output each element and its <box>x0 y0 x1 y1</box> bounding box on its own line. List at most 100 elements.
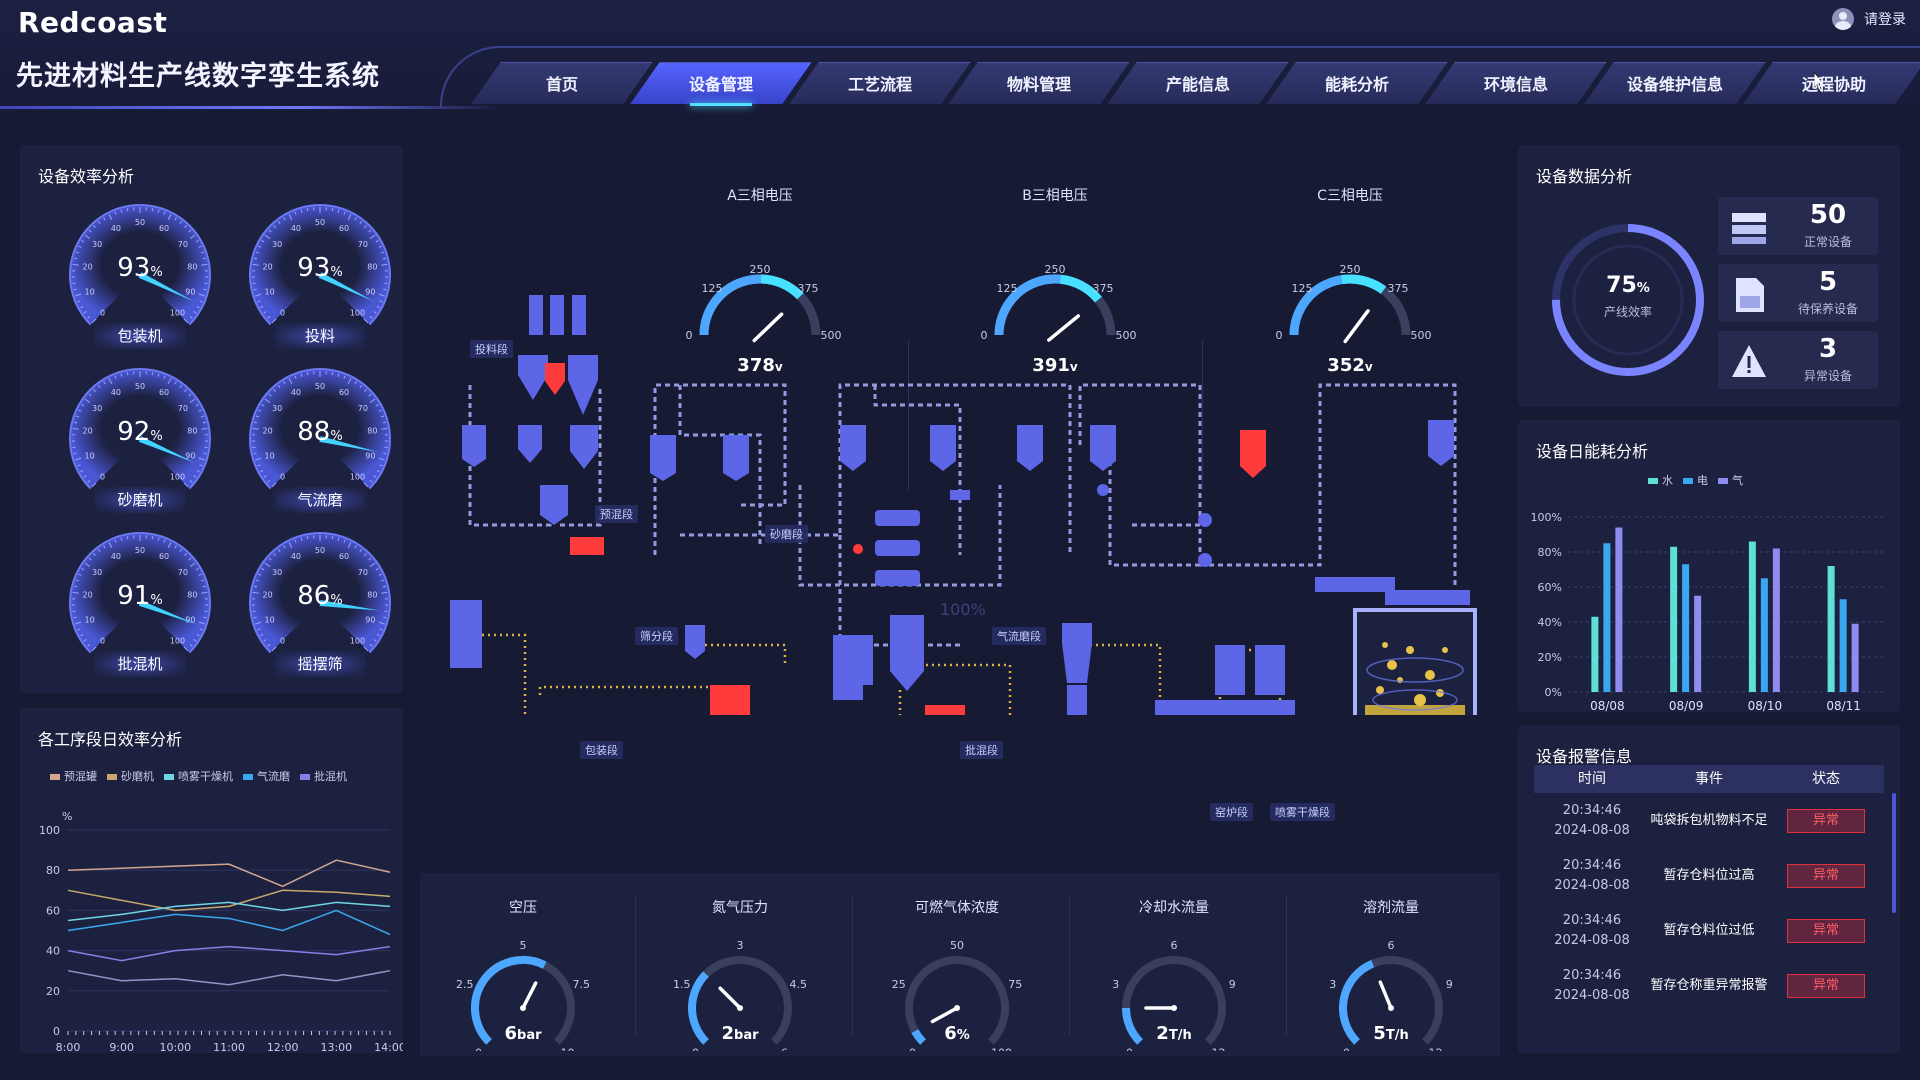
gauge-tick-label: 10 <box>85 287 95 296</box>
nav-tab[interactable]: 设备管理 <box>630 62 812 106</box>
gauge-tick-label: 70 <box>358 568 368 577</box>
efficiency-gauge: 0 10 20 30 40 50 60 70 80 90 100 86% 摇摆筛 <box>240 523 400 683</box>
gauge-tick-label: 60 <box>159 388 169 397</box>
gauge-tick-label: 10 <box>85 615 95 624</box>
environment-tick-label: 3 <box>1112 978 1119 991</box>
gauge-tick-label: 60 <box>159 224 169 233</box>
alarm-row[interactable]: 20:34:46 2024-08-08 暂存仓称重异常报警 异常 <box>1534 958 1884 1013</box>
gauge-tick-label: 40 <box>291 224 301 233</box>
nav-tab[interactable]: 物料管理 <box>948 62 1130 104</box>
gauge-tick-label: 70 <box>358 240 368 249</box>
divider <box>1286 895 1287 1035</box>
gauge-tick-label: 0 <box>280 472 285 481</box>
tab-label: 设备维护信息 <box>1626 75 1723 94</box>
status-badge[interactable]: 异常 <box>1787 918 1865 943</box>
energy-bar <box>1772 548 1780 692</box>
status-badge[interactable]: 异常 <box>1787 808 1865 833</box>
gauge-tick-label: 100 <box>350 636 365 645</box>
alarm-status: 异常 <box>1768 808 1884 833</box>
gauge-value: 86% <box>297 581 343 611</box>
process-efficiency-panel: 各工序段日效率分析 预混罐 砂磨机 喷雾干燥机 气流磨 批混机 % 0 20 40 60 80 10… <box>20 708 403 1054</box>
y-tick-label: 60 <box>46 904 60 917</box>
nav-tab[interactable]: 远程协助 <box>1743 62 1920 104</box>
y-tick-label: 40 <box>46 945 60 958</box>
y-tick-label: 100 <box>39 824 60 837</box>
gauge-tick-label: 90 <box>365 287 375 296</box>
diagram-section-label: 喷雾干燥段 <box>1270 803 1335 821</box>
title-underline <box>0 106 500 109</box>
device-data-title: 设备数据分析 <box>1536 167 1633 186</box>
gauge-tick-label: 50 <box>315 218 325 227</box>
gauge-tick-label: 10 <box>265 287 275 296</box>
environment-gauge-value: 2T/h <box>1156 1023 1192 1044</box>
y-tick-label: 20 <box>46 985 60 998</box>
gauge-tick-label: 0 <box>100 308 105 317</box>
efficiency-gauge: 0 10 20 30 40 50 60 70 80 90 100 93% 投料 <box>240 195 400 355</box>
nav-tab[interactable]: 产能信息 <box>1107 62 1289 104</box>
gauge-tick-label: 0 <box>280 636 285 645</box>
nav-tab[interactable]: 设备维护信息 <box>1584 62 1766 104</box>
diagram-section-label: 投料段 <box>470 340 513 358</box>
y-tick-label: 80% <box>1538 546 1562 559</box>
status-badge[interactable]: 异常 <box>1787 973 1865 998</box>
energy-panel: 设备日能耗分析 水电气 0% 20% 40% 60% 80% 100% 08/08 08/09… <box>1518 420 1900 712</box>
divider <box>852 895 853 1035</box>
gauge-tick-label: 40 <box>291 388 301 397</box>
gauge-name: 摇摆筛 <box>275 651 365 677</box>
energy-bar <box>1615 527 1623 692</box>
nav-tab[interactable]: 首页 <box>471 62 653 104</box>
alarm-row[interactable]: 20:34:46 2024-08-08 暂存仓料位过低 异常 <box>1534 903 1884 958</box>
energy-bar-chart: 0% 20% 40% 60% 80% 100% 08/08 08/09 08/10 08/11 <box>1531 511 1883 712</box>
environment-gauge-value: 2bar <box>721 1023 759 1044</box>
alarm-row[interactable]: 20:34:46 2024-08-08 吨袋拆包机物料不足 异常 <box>1534 793 1884 848</box>
diagram-section-label: 筛分段 <box>635 627 678 645</box>
y-tick-label: 80 <box>46 864 60 877</box>
gauge-tick-label: 50 <box>315 382 325 391</box>
alarm-row[interactable]: 20:34:46 2024-08-08 暂存仓料位过高 异常 <box>1534 848 1884 903</box>
status-badge[interactable]: 异常 <box>1787 863 1865 888</box>
efficiency-gauge: 0 10 20 30 40 50 60 70 80 90 100 91% 批混机 <box>60 523 220 683</box>
divider <box>1069 895 1070 1035</box>
y-tick-label: 20% <box>1538 651 1562 664</box>
alarm-status: 异常 <box>1768 973 1884 998</box>
environment-tick-label: 1.5 <box>673 978 691 991</box>
alarm-time: 20:34:46 2024-08-08 <box>1554 802 1630 838</box>
gauge-tick-label: 70 <box>358 404 368 413</box>
environment-tick-label: 2.5 <box>456 978 474 991</box>
nav-tab[interactable]: 能耗分析 <box>1266 62 1448 104</box>
gauge-tick-label: 30 <box>92 240 102 249</box>
device-stat-label: 待保养设备 <box>1797 302 1858 316</box>
environment-tick-label: 0 <box>692 1047 699 1051</box>
environment-tick-label: 0 <box>1126 1047 1133 1051</box>
alarm-event: 吨袋拆包机物料不足 <box>1650 812 1768 828</box>
gauge-tick-label: 10 <box>265 451 275 460</box>
environment-gauge: 冷却水流量0369122T/h <box>1074 883 1274 1053</box>
tab-label: 产能信息 <box>1165 75 1230 94</box>
col-status: 状态 <box>1812 771 1840 787</box>
alarm-scrollbar[interactable] <box>1892 793 1896 913</box>
x-tick-label: 11:00 <box>213 1041 245 1054</box>
page-title: 先进材料生产线数字孪生系统 <box>16 61 380 92</box>
process-efficiency-chart: % 0 20 40 60 80 100 8:00 9:00 10:00 11:00 12:00 13:0… <box>39 810 403 1054</box>
tab-label: 远程协助 <box>1801 75 1866 94</box>
energy-bar <box>1760 578 1768 692</box>
x-tick-label: 8:00 <box>56 1041 81 1054</box>
nav-tab[interactable]: 环境信息 <box>1425 62 1607 104</box>
diagram-section-label: 窑炉段 <box>1210 803 1253 821</box>
maintenance-icon <box>1736 278 1764 312</box>
alarm-status: 异常 <box>1768 918 1884 943</box>
gauge-tick-label: 30 <box>272 404 282 413</box>
warning-icon <box>1732 345 1766 377</box>
environment-gauge-value: 5T/h <box>1373 1023 1409 1044</box>
environment-tick-label: 0 <box>475 1047 482 1051</box>
environment-gauge-needle <box>521 981 538 1010</box>
environment-tick-label: 3 <box>1329 978 1336 991</box>
divider <box>635 895 636 1035</box>
tab-label: 首页 <box>545 75 578 94</box>
login-button[interactable]: 请登录 <box>1832 8 1906 30</box>
environment-tick-label: 12 <box>1429 1047 1443 1051</box>
environment-gauge: 氮气压力01.534.562bar <box>640 883 840 1053</box>
nav-tab[interactable]: 工艺流程 <box>789 62 971 104</box>
environment-gauges-panel: 空压02.557.5106bar氮气压力01.534.562bar可燃气体浓度0… <box>420 873 1500 1056</box>
environment-gauge: 溶剂流量0369125T/h <box>1291 883 1491 1053</box>
